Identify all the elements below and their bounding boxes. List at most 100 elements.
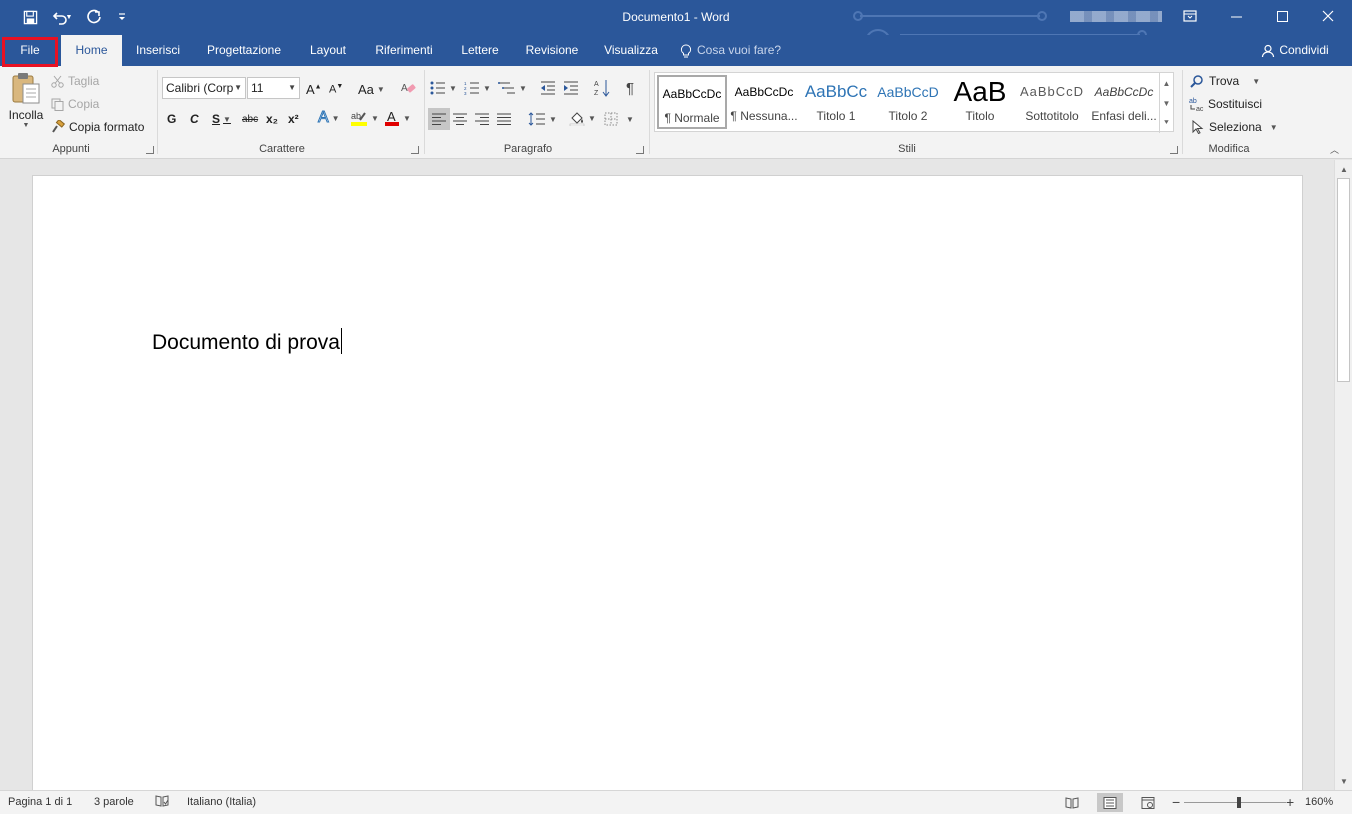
align-center-button[interactable] bbox=[453, 111, 467, 127]
tab-home[interactable]: Home bbox=[61, 35, 122, 66]
clipboard-dialog-launcher[interactable] bbox=[146, 146, 154, 154]
close-button[interactable] bbox=[1305, 0, 1351, 32]
zoom-slider[interactable] bbox=[1184, 797, 1286, 808]
tab-view[interactable]: Visualizza bbox=[596, 35, 666, 66]
justify-button[interactable] bbox=[497, 111, 511, 127]
tab-references[interactable]: Riferimenti bbox=[366, 35, 442, 66]
find-label: Trova bbox=[1209, 74, 1240, 88]
grow-font-button[interactable]: A▲ bbox=[306, 80, 322, 98]
proofing-status[interactable] bbox=[155, 794, 169, 811]
font-color-button[interactable]: A ▼ bbox=[384, 108, 411, 128]
style-no-spacing[interactable]: AaBbCcDc ¶ Nessuna... bbox=[729, 75, 799, 129]
tab-review[interactable]: Revisione bbox=[518, 35, 586, 66]
borders-button[interactable]: ▼ bbox=[604, 110, 634, 128]
underline-button[interactable]: S ▼ bbox=[212, 110, 231, 128]
font-dialog-launcher[interactable] bbox=[411, 146, 419, 154]
multilevel-list-button[interactable]: ▼ bbox=[498, 79, 527, 97]
font-name-combo[interactable]: Calibri (Corp ▼ bbox=[162, 77, 246, 99]
tab-mailings[interactable]: Lettere bbox=[452, 35, 508, 66]
zoom-level[interactable]: 160% bbox=[1305, 796, 1333, 808]
eraser-icon: A bbox=[401, 83, 416, 94]
chevron-down-icon: ▼ bbox=[403, 113, 411, 123]
language-indicator[interactable]: Italiano (Italia) bbox=[187, 796, 256, 808]
styles-dialog-launcher[interactable] bbox=[1170, 146, 1178, 154]
zoom-slider-thumb[interactable] bbox=[1237, 797, 1241, 808]
shading-button[interactable]: ▼ bbox=[569, 109, 596, 127]
gallery-scroll-up[interactable]: ▲ bbox=[1159, 73, 1173, 93]
chevron-down-icon: ▼ bbox=[626, 114, 634, 124]
italic-button[interactable]: C bbox=[190, 110, 199, 128]
font-group-label: Carattere bbox=[259, 143, 305, 155]
style-preview: AaBbCcD bbox=[877, 84, 939, 100]
tell-me-box[interactable]: Cosa vuoi fare? bbox=[680, 35, 790, 66]
scroll-thumb[interactable] bbox=[1337, 178, 1350, 382]
tab-insert[interactable]: Inserisci bbox=[126, 35, 190, 66]
tab-design[interactable]: Progettazione bbox=[198, 35, 290, 66]
show-formatting-marks-button[interactable]: ¶ bbox=[626, 79, 634, 97]
vertical-scrollbar[interactable]: ▲ ▼ bbox=[1334, 160, 1352, 790]
word-count[interactable]: 3 parole bbox=[94, 796, 134, 808]
strikethrough-button[interactable]: abc bbox=[242, 110, 258, 128]
group-divider bbox=[424, 70, 425, 154]
read-mode-button[interactable] bbox=[1059, 793, 1085, 812]
page-count[interactable]: Pagina 1 di 1 bbox=[8, 796, 72, 808]
superscript-button[interactable]: x² bbox=[288, 110, 299, 128]
gallery-scroll-down[interactable]: ▼ bbox=[1159, 93, 1173, 113]
change-case-button[interactable]: Aa ▼ bbox=[358, 80, 385, 98]
bold-button[interactable]: G bbox=[167, 110, 176, 128]
sort-button[interactable]: AZ bbox=[594, 78, 610, 98]
zoom-out-button[interactable]: − bbox=[1172, 794, 1180, 810]
align-left-button[interactable] bbox=[428, 108, 450, 130]
ribbon-display-options-button[interactable] bbox=[1167, 0, 1213, 32]
style-normal[interactable]: AaBbCcDc ¶ Normale bbox=[657, 75, 727, 129]
subscript-button[interactable]: x₂ bbox=[266, 110, 278, 128]
decrease-indent-button[interactable] bbox=[540, 79, 556, 97]
style-heading-1[interactable]: AaBbCc Titolo 1 bbox=[801, 75, 871, 129]
minimize-button[interactable] bbox=[1213, 0, 1259, 32]
numbering-button[interactable]: 123 ▼ bbox=[464, 79, 491, 97]
font-size-combo[interactable]: 11 ▼ bbox=[247, 77, 300, 99]
expand-gallery-icon: ⯆ bbox=[1163, 118, 1170, 127]
align-right-button[interactable] bbox=[475, 111, 489, 127]
shrink-font-button[interactable]: A▼ bbox=[329, 80, 343, 98]
document-page[interactable]: Documento di prova bbox=[32, 175, 1303, 790]
paste-button[interactable]: Incolla ▼ bbox=[6, 72, 46, 140]
highlight-color-button[interactable]: ab ▼ bbox=[350, 108, 379, 128]
user-account-blurred[interactable] bbox=[1070, 11, 1162, 22]
zoom-in-button[interactable]: + bbox=[1286, 794, 1294, 810]
style-name: Titolo 1 bbox=[816, 109, 856, 123]
web-layout-button[interactable] bbox=[1135, 793, 1161, 812]
format-painter-button[interactable]: Copia formato bbox=[51, 118, 144, 136]
cut-button[interactable]: Taglia bbox=[51, 72, 99, 90]
paragraph-dialog-launcher[interactable] bbox=[636, 146, 644, 154]
style-subtitle[interactable]: AaBbCcD Sottotitolo bbox=[1017, 75, 1087, 129]
line-spacing-button[interactable]: ▼ bbox=[528, 110, 557, 128]
scroll-down-button[interactable]: ▼ bbox=[1337, 774, 1351, 788]
maximize-button[interactable] bbox=[1259, 0, 1305, 32]
style-title[interactable]: AaB Titolo bbox=[945, 75, 1015, 129]
increase-indent-button[interactable] bbox=[563, 79, 579, 97]
replace-label: Sostituisci bbox=[1208, 97, 1263, 111]
align-center-icon bbox=[453, 113, 467, 125]
strikethrough-label: abc bbox=[242, 113, 259, 125]
chevron-down-icon: ▼ bbox=[234, 83, 242, 92]
find-button[interactable]: Trova ▼ bbox=[1190, 72, 1260, 90]
numbering-icon: 123 bbox=[464, 81, 479, 95]
document-body-text[interactable]: Documento di prova bbox=[152, 328, 342, 355]
tab-layout[interactable]: Layout bbox=[300, 35, 356, 66]
scissors-icon bbox=[51, 75, 64, 88]
gallery-more-button[interactable]: ⯆ bbox=[1159, 113, 1173, 133]
bullets-button[interactable]: ▼ bbox=[430, 79, 457, 97]
copy-button[interactable]: Copia bbox=[51, 95, 99, 113]
text-effects-button[interactable]: A ▼ bbox=[318, 109, 340, 127]
share-button[interactable]: Condividi bbox=[1250, 35, 1340, 66]
collapse-ribbon-button[interactable]: ︿ bbox=[1330, 142, 1339, 156]
replace-button[interactable]: ab ac Sostituisci bbox=[1189, 95, 1262, 113]
scroll-up-button[interactable]: ▲ bbox=[1337, 162, 1351, 176]
select-button[interactable]: Seleziona ▼ bbox=[1192, 118, 1278, 136]
style-subtle-emphasis[interactable]: AaBbCcDc Enfasi deli... bbox=[1089, 75, 1159, 129]
style-heading-2[interactable]: AaBbCcD Titolo 2 bbox=[873, 75, 943, 129]
clear-formatting-button[interactable]: A bbox=[400, 79, 416, 97]
print-layout-button[interactable] bbox=[1097, 793, 1123, 812]
chevron-down-icon: ▼ bbox=[1269, 122, 1278, 132]
